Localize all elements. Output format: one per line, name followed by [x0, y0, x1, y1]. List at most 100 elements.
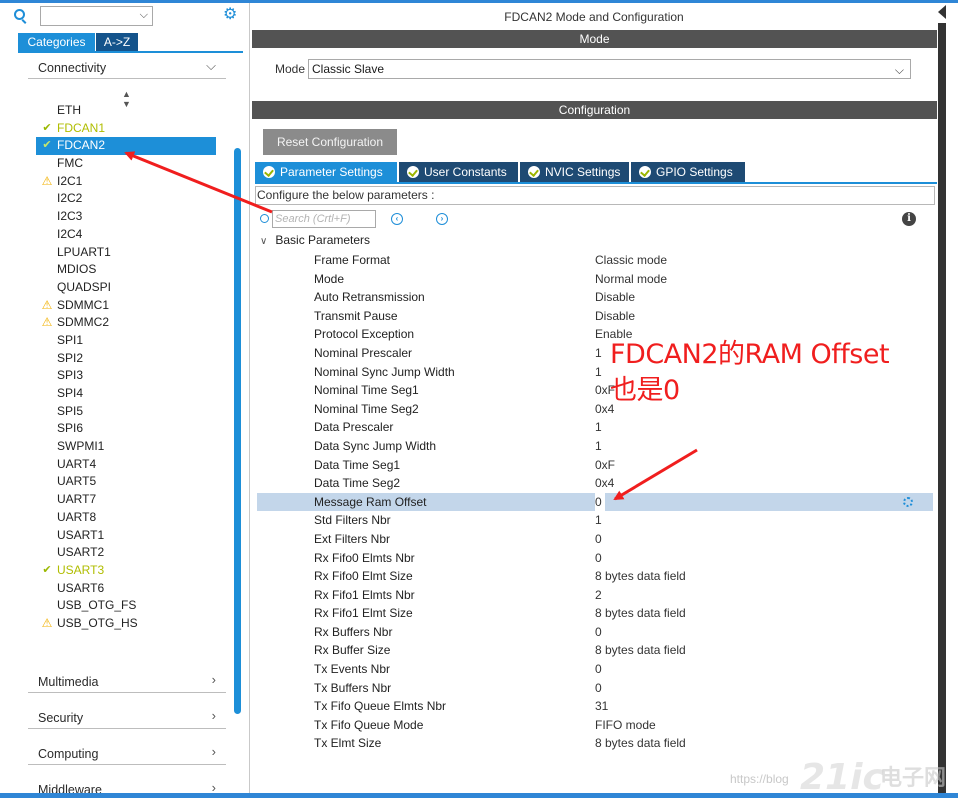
- tab-gpio-settings[interactable]: GPIO Settings: [631, 162, 745, 182]
- peripheral-item[interactable]: SPI6: [36, 420, 216, 438]
- parameter-row[interactable]: Tx Fifo Queue Elmts Nbr 31: [257, 697, 933, 716]
- reset-configuration-button[interactable]: Reset Configuration: [263, 129, 397, 155]
- peripheral-item[interactable]: USART2: [36, 544, 216, 562]
- parameter-row[interactable]: Mode Normal mode: [257, 270, 933, 289]
- parameter-value[interactable]: 31: [595, 697, 608, 716]
- group-basic-parameters[interactable]: ∨ Basic Parameters: [260, 233, 370, 247]
- collapse-arrow-icon[interactable]: [938, 5, 946, 19]
- parameter-value[interactable]: 1: [595, 363, 602, 382]
- parameter-value[interactable]: Disable: [595, 288, 635, 307]
- section-multimedia[interactable]: Multimedia ›: [28, 669, 226, 693]
- parameter-row[interactable]: Rx Buffer Size 8 bytes data field: [257, 641, 933, 660]
- peripheral-item[interactable]: UART8: [36, 509, 216, 527]
- peripheral-item[interactable]: UART7: [36, 491, 216, 509]
- peripheral-item[interactable]: UART5: [36, 473, 216, 491]
- peripheral-item[interactable]: SPI2: [36, 350, 216, 368]
- settings-icon[interactable]: [903, 496, 913, 507]
- tab-categories[interactable]: Categories: [18, 33, 95, 51]
- parameter-value[interactable]: Classic mode: [595, 251, 667, 270]
- parameter-value[interactable]: 0: [595, 623, 602, 642]
- parameter-row[interactable]: Tx Elmt Size 8 bytes data field: [257, 734, 933, 753]
- parameter-value[interactable]: 2: [595, 586, 602, 605]
- parameter-row[interactable]: Transmit Pause Disable: [257, 307, 933, 326]
- section-security[interactable]: Security ›: [28, 705, 226, 729]
- parameter-value[interactable]: 0: [595, 679, 602, 698]
- parameter-value[interactable]: 1: [595, 511, 602, 530]
- peripheral-item[interactable]: UART4: [36, 456, 216, 474]
- section-computing[interactable]: Computing ›: [28, 741, 226, 765]
- parameter-row[interactable]: Frame Format Classic mode: [257, 251, 933, 270]
- peripheral-item[interactable]: ⚠ USB_OTG_HS: [36, 615, 216, 633]
- scroll-track[interactable]: [938, 23, 946, 793]
- search-dropdown[interactable]: ⌵: [40, 6, 153, 26]
- peripheral-item[interactable]: MDIOS: [36, 261, 216, 279]
- parameter-row[interactable]: Data Sync Jump Width 1: [257, 437, 933, 456]
- peripheral-item[interactable]: SPI5: [36, 403, 216, 421]
- parameter-value[interactable]: 8 bytes data field: [595, 734, 686, 753]
- peripheral-item[interactable]: USART6: [36, 580, 216, 598]
- peripheral-item[interactable]: SWPMI1: [36, 438, 216, 456]
- parameter-row[interactable]: Rx Fifo1 Elmt Size 8 bytes data field: [257, 604, 933, 623]
- peripheral-item[interactable]: LPUART1: [36, 244, 216, 262]
- section-middleware[interactable]: Middleware ›: [28, 777, 226, 793]
- parameter-row[interactable]: Rx Fifo0 Elmt Size 8 bytes data field: [257, 567, 933, 586]
- parameter-value[interactable]: 0: [595, 549, 602, 568]
- parameter-row[interactable]: Rx Fifo1 Elmts Nbr 2: [257, 586, 933, 605]
- peripheral-item[interactable]: USART1: [36, 527, 216, 545]
- parameter-search-input[interactable]: Search (Crtl+F): [272, 210, 376, 228]
- gear-icon[interactable]: ⚙: [223, 7, 239, 23]
- parameter-value[interactable]: 0: [595, 492, 605, 512]
- parameter-value[interactable]: Normal mode: [595, 270, 667, 289]
- peripheral-item[interactable]: FMC: [36, 155, 216, 173]
- peripheral-item[interactable]: SPI3: [36, 367, 216, 385]
- peripheral-item[interactable]: I2C4: [36, 226, 216, 244]
- tab-a-to-z[interactable]: A->Z: [96, 33, 138, 51]
- parameter-row[interactable]: Rx Buffers Nbr 0: [257, 623, 933, 642]
- next-match-icon[interactable]: ›: [436, 213, 448, 225]
- peripheral-item[interactable]: ⚠ SDMMC1: [36, 297, 216, 315]
- peripheral-item[interactable]: I2C2: [36, 190, 216, 208]
- parameter-row[interactable]: Auto Retransmission Disable: [257, 288, 933, 307]
- tab-user-constants[interactable]: User Constants: [399, 162, 518, 182]
- right-scrollbar[interactable]: [938, 3, 958, 793]
- peripheral-item[interactable]: ETH: [36, 102, 216, 120]
- peripheral-item[interactable]: ✔ USART3: [36, 562, 216, 580]
- tab-parameter-settings[interactable]: Parameter Settings: [255, 162, 397, 182]
- parameter-value[interactable]: FIFO mode: [595, 716, 656, 735]
- section-connectivity[interactable]: Connectivity ⌵: [28, 55, 226, 79]
- parameter-value[interactable]: Disable: [595, 307, 635, 326]
- parameter-row[interactable]: Std Filters Nbr 1: [257, 511, 933, 530]
- peripheral-item[interactable]: ⚠ I2C1: [36, 173, 216, 191]
- tab-nvic-settings[interactable]: NVIC Settings: [520, 162, 629, 182]
- parameter-row[interactable]: Tx Fifo Queue Mode FIFO mode: [257, 716, 933, 735]
- parameter-value[interactable]: 0xF: [595, 456, 615, 475]
- peripheral-item[interactable]: ✔ FDCAN2: [36, 137, 216, 156]
- chevron-down-icon[interactable]: ⌵: [140, 9, 148, 22]
- parameter-value[interactable]: 8 bytes data field: [595, 641, 686, 660]
- parameter-value[interactable]: 8 bytes data field: [595, 567, 686, 586]
- parameter-row[interactable]: Data Time Seg2 0x4: [257, 474, 933, 493]
- parameter-value[interactable]: 0: [595, 660, 602, 679]
- parameter-value[interactable]: 0: [595, 530, 602, 549]
- search-icon[interactable]: [14, 9, 25, 20]
- parameter-row[interactable]: Tx Buffers Nbr 0: [257, 679, 933, 698]
- parameter-value[interactable]: 1: [595, 418, 602, 437]
- parameter-row[interactable]: Ext Filters Nbr 0: [257, 530, 933, 549]
- parameter-row[interactable]: Tx Events Nbr 0: [257, 660, 933, 679]
- parameter-row[interactable]: Data Time Seg1 0xF: [257, 456, 933, 475]
- parameter-value[interactable]: 1: [595, 344, 602, 363]
- info-icon[interactable]: i: [902, 212, 916, 226]
- peripheral-item[interactable]: ✔ FDCAN1: [36, 120, 216, 138]
- peripheral-item[interactable]: SPI4: [36, 385, 216, 403]
- parameter-value[interactable]: 1: [595, 437, 602, 456]
- parameter-row[interactable]: Message Ram Offset 0: [257, 492, 933, 512]
- parameter-row[interactable]: Rx Fifo0 Elmts Nbr 0: [257, 549, 933, 568]
- left-scrollbar[interactable]: [234, 148, 241, 714]
- peripheral-item[interactable]: QUADSPI: [36, 279, 216, 297]
- parameter-value[interactable]: 8 bytes data field: [595, 604, 686, 623]
- peripheral-item[interactable]: ⚠ SDMMC2: [36, 314, 216, 332]
- peripheral-item[interactable]: SPI1: [36, 332, 216, 350]
- mode-select[interactable]: Classic Slave ⌵: [308, 59, 911, 79]
- peripheral-item[interactable]: I2C3: [36, 208, 216, 226]
- previous-match-icon[interactable]: ‹: [391, 213, 403, 225]
